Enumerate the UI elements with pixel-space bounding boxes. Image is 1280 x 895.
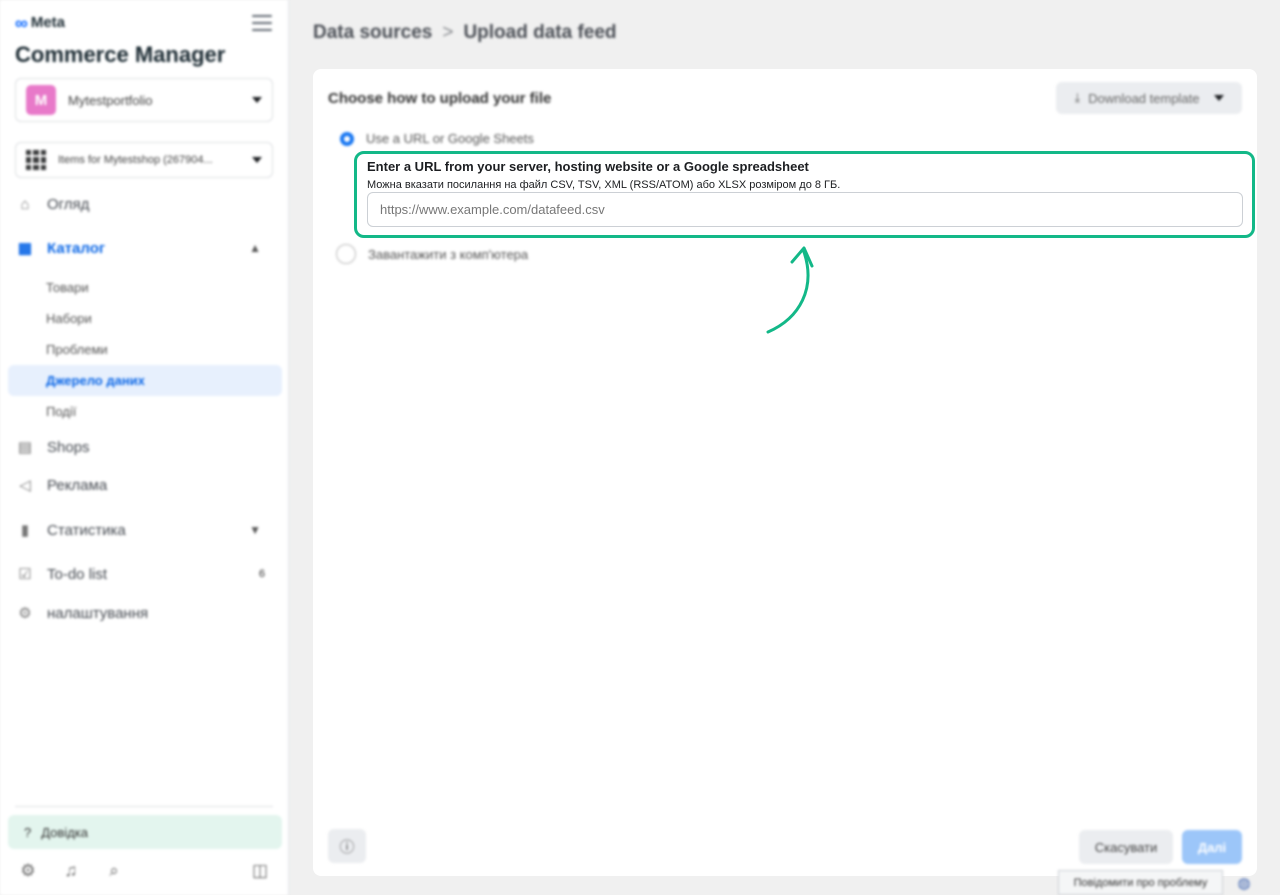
download-icon: ⤓ [1074, 90, 1081, 105]
search-icon[interactable]: ⌕ [101, 858, 127, 884]
nav-catalog-label: Каталог [47, 239, 106, 257]
breadcrumb-parent[interactable]: Data sources [313, 22, 432, 44]
nav-overview[interactable]: ⌂ Огляд [15, 189, 273, 219]
sidebar: ∞ Meta Commerce Manager M Mytestportfoli… [0, 0, 289, 895]
shop-icon: ▤ [17, 439, 33, 456]
todo-count-badge: 6 [258, 568, 265, 580]
download-template-label: Download template [1088, 90, 1200, 106]
bell-icon[interactable]: ♫ [58, 858, 84, 884]
breadcrumb-current: Upload data feed [463, 22, 617, 43]
gear-icon: ⚙ [18, 605, 32, 622]
meta-brand-text: Meta [30, 14, 66, 31]
catalog-grid-icon: ▦ [17, 240, 33, 257]
catalog-name: Items for Mytestshop (267904... [58, 154, 213, 166]
chevron-down-icon: ▼ [249, 523, 261, 537]
option-url-label: Use a URL or Google Sheets [366, 131, 534, 146]
home-icon: ⌂ [20, 195, 30, 213]
nav-shops[interactable]: ▤ Shops [15, 432, 273, 462]
caret-down-icon [252, 97, 262, 103]
nav-todo[interactable]: ☑ To-do list 6 [15, 559, 273, 589]
radio-selected-icon [340, 131, 354, 146]
radio-unselected-icon [336, 244, 356, 264]
nav-catalog-sets[interactable]: Набори [8, 303, 282, 334]
option-url-radio[interactable]: Use a URL or Google Sheets [340, 131, 534, 146]
nav-catalog[interactable]: ▦ Каталог ▲ [15, 233, 273, 263]
info-icon: ⓘ [339, 838, 355, 856]
card-title: Choose how to upload your file [328, 90, 552, 107]
menu-icon[interactable] [252, 15, 272, 33]
question-icon: ? [24, 824, 32, 840]
meta-infinity-icon: ∞ [15, 12, 28, 33]
account-name: Mytestportfolio [68, 92, 153, 108]
download-template-button[interactable]: ⤓ Download template [1056, 82, 1242, 114]
breadcrumb-separator-icon: > [442, 22, 454, 43]
nav-ads-label: Реклама [47, 476, 108, 494]
nav-catalog-events[interactable]: Події [8, 396, 282, 427]
url-input-section: Enter a URL from your server, hosting we… [354, 151, 1255, 238]
annotation-arrow-icon [766, 246, 814, 334]
help-button[interactable]: ? Довідка [8, 815, 282, 849]
catalog-selector[interactable]: Items for Mytestshop (267904... [15, 142, 273, 178]
gear-icon[interactable]: ⚙ [15, 858, 41, 884]
url-section-title: Enter a URL from your server, hosting we… [367, 159, 809, 174]
next-button[interactable]: Далі [1182, 830, 1242, 864]
bar-chart-icon: ▮ [20, 522, 30, 539]
checklist-icon: ☑ [18, 566, 32, 583]
caret-down-icon [1213, 95, 1224, 101]
nav-statistics-label: Статистика [47, 521, 126, 539]
nav-overview-label: Огляд [47, 195, 90, 213]
account-selector[interactable]: M Mytestportfolio [15, 78, 273, 122]
app-title: Commerce Manager [15, 42, 226, 67]
account-avatar: M [26, 85, 56, 115]
nav-catalog-issues[interactable]: Проблеми [8, 334, 282, 365]
caret-down-icon [252, 157, 262, 163]
help-label: Довідка [41, 824, 88, 840]
catalog-grid-icon [26, 150, 46, 170]
option-upload-label: Завантажити з комп'ютера [368, 246, 529, 262]
globe-icon[interactable]: ◍ [1231, 870, 1257, 895]
nav-settings-label: налаштування [47, 604, 149, 622]
nav-ads[interactable]: ◁ Реклама [15, 470, 273, 500]
nav-catalog-items[interactable]: Товари [8, 272, 282, 303]
url-section-description: Можна вказати посилання на файл CSV, TSV… [367, 179, 841, 191]
url-input[interactable] [367, 192, 1243, 227]
info-button[interactable]: ⓘ [328, 829, 366, 863]
option-upload-radio[interactable]: Завантажити з комп'ютера [336, 244, 528, 264]
nav-shops-label: Shops [47, 438, 90, 456]
breadcrumb: Data sources > Upload data feed [313, 22, 617, 44]
nav-todo-label: To-do list [47, 565, 108, 583]
megaphone-icon: ◁ [19, 477, 31, 494]
report-problem-button[interactable]: Повідомити про проблему [1058, 870, 1223, 895]
chevron-up-icon: ▲ [249, 241, 261, 255]
cancel-button[interactable]: Скасувати [1079, 830, 1173, 864]
sidebar-divider [15, 806, 273, 807]
meta-logo: ∞ Meta [15, 12, 66, 33]
nav-catalog-data-sources[interactable]: Джерело даних [8, 365, 282, 396]
nav-statistics[interactable]: ▮ Статистика ▼ [15, 515, 273, 545]
sidebar-bottom-bar: ⚙ ♫ ⌕ ◫ [15, 858, 273, 886]
nav-settings[interactable]: ⚙ налаштування [15, 598, 273, 628]
layout-icon[interactable]: ◫ [247, 858, 273, 884]
